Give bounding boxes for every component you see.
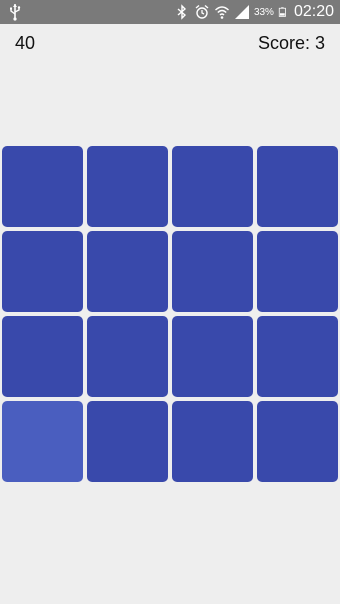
status-clock: 02:20 — [293, 3, 334, 20]
game-tile-r2-c3[interactable] — [172, 231, 253, 312]
signal-icon — [234, 5, 249, 19]
bluetooth-icon — [177, 4, 186, 20]
game-tile-r1-c1[interactable] — [2, 146, 83, 227]
game-tile-r3-c4[interactable] — [257, 316, 338, 397]
game-tile-r3-c1[interactable] — [2, 316, 83, 397]
status-bar: 33% 02:20 — [0, 0, 340, 24]
score-display: Score: 3 — [257, 33, 325, 53]
game-tile-r2-c4[interactable] — [257, 231, 338, 312]
battery-icon — [278, 7, 286, 17]
usb-icon — [10, 4, 21, 21]
game-tile-r3-c3[interactable] — [172, 316, 253, 397]
game-tile-r1-c2[interactable] — [87, 146, 168, 227]
game-tile-r4-c2[interactable] — [87, 401, 168, 482]
alarm-icon — [195, 4, 209, 19]
game-tile-r1-c3[interactable] — [172, 146, 253, 227]
wifi-icon — [214, 6, 229, 19]
game-tile-r4-c3[interactable] — [172, 401, 253, 482]
game-tile-r4-c1[interactable] — [2, 401, 83, 482]
game-tile-r4-c4[interactable] — [257, 401, 338, 482]
battery-percent: 33% — [253, 6, 274, 18]
tile-grid — [2, 146, 338, 482]
game-tile-r3-c2[interactable] — [87, 316, 168, 397]
game-tile-r2-c2[interactable] — [87, 231, 168, 312]
game-tile-r2-c1[interactable] — [2, 231, 83, 312]
timer-display: 40 — [15, 33, 36, 53]
game-tile-r1-c4[interactable] — [257, 146, 338, 227]
